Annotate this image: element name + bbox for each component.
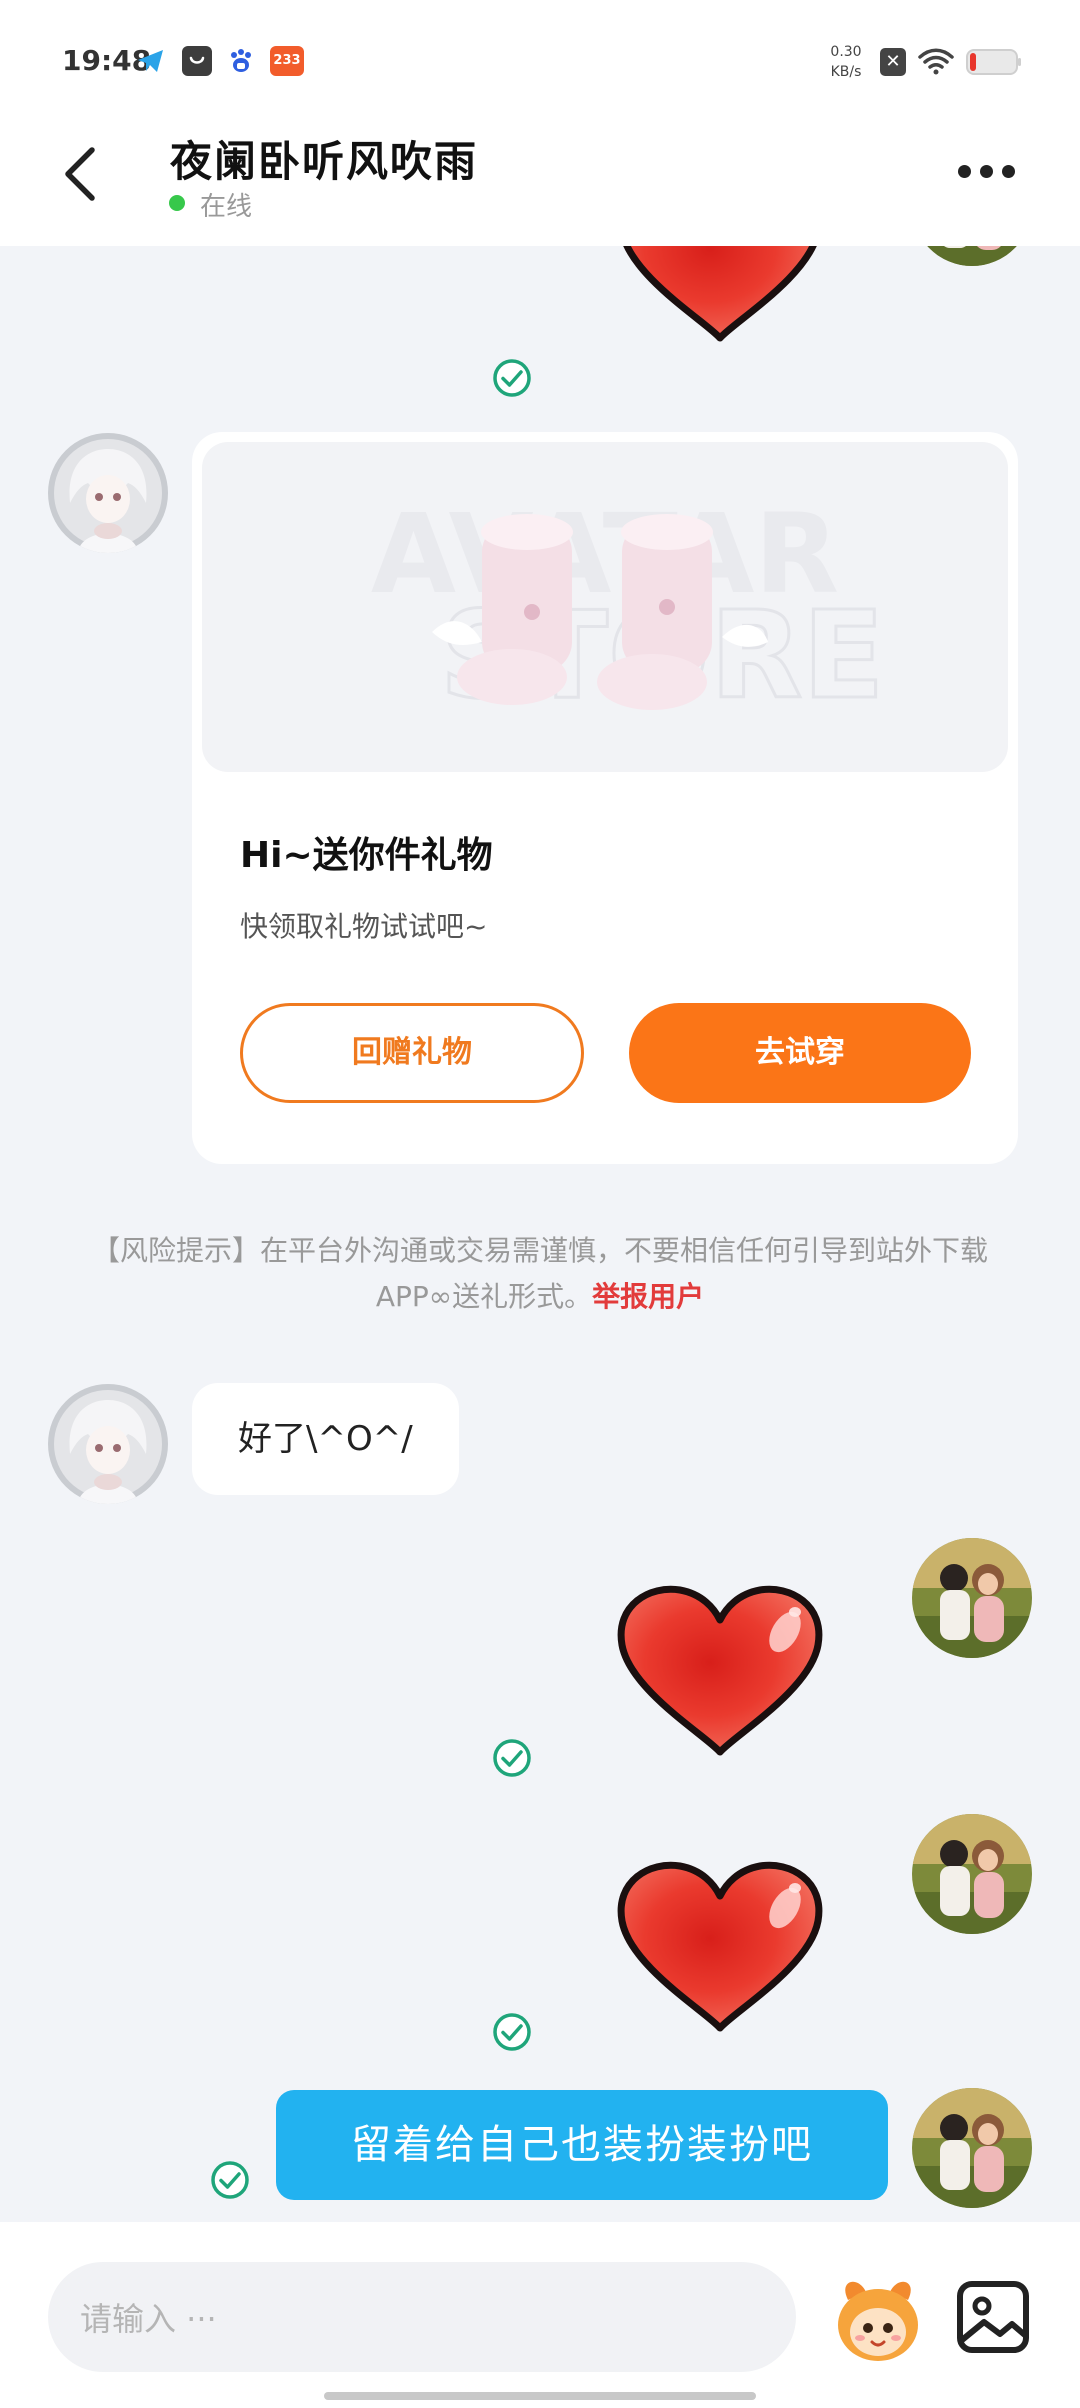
incoming-message-bubble[interactable]: 好了\^O^/ bbox=[192, 1383, 459, 1495]
image-icon bbox=[957, 2281, 1029, 2353]
heart-sticker[interactable] bbox=[610, 1580, 830, 1760]
message-input-placeholder: 请输入 ··· bbox=[80, 2300, 217, 2338]
risk-notice: 【风险提示】在平台外沟通或交易需谨慎，不要相信任何引导到站外下载APP∞送礼形式… bbox=[80, 1228, 1000, 1320]
return-gift-button[interactable]: 回赠礼物 bbox=[240, 1003, 584, 1103]
risk-notice-text: 【风险提示】在平台外沟通或交易需谨慎，不要相信任何引导到站外下载APP∞送礼形式… bbox=[91, 1234, 988, 1313]
read-check-icon bbox=[492, 358, 532, 398]
image-picker-button[interactable] bbox=[954, 2278, 1034, 2358]
mascot-sticker-button[interactable] bbox=[828, 2270, 928, 2366]
outgoing-message-bubble[interactable]: 留着给自己也装扮装扮吧 bbox=[276, 2090, 888, 2200]
telegram-icon bbox=[136, 46, 166, 76]
online-status-dot bbox=[169, 195, 185, 211]
network-speed: 0.30 KB/s bbox=[826, 42, 866, 82]
wifi-icon bbox=[916, 46, 956, 76]
notification-close-icon: ✕ bbox=[880, 48, 906, 76]
net-speed-unit: KB/s bbox=[830, 64, 862, 80]
gift-subtitle: 快领取礼物试试吧~ bbox=[240, 910, 488, 943]
heart-sticker[interactable] bbox=[610, 246, 830, 346]
contact-avatar[interactable] bbox=[48, 1384, 168, 1504]
report-user-link[interactable]: 举报用户 bbox=[592, 1280, 704, 1313]
back-button[interactable] bbox=[52, 136, 108, 212]
my-avatar[interactable] bbox=[912, 1814, 1032, 1934]
more-dot-icon bbox=[1002, 165, 1015, 178]
read-check-icon bbox=[210, 2160, 250, 2200]
my-avatar[interactable] bbox=[912, 246, 1032, 266]
more-options-button[interactable] bbox=[958, 150, 1028, 194]
read-check-icon bbox=[492, 2012, 532, 2052]
battery-icon bbox=[966, 48, 1022, 76]
back-arrow-icon bbox=[65, 147, 95, 201]
my-avatar[interactable] bbox=[912, 2088, 1032, 2208]
chat-header bbox=[0, 120, 1080, 246]
online-status-text: 在线 bbox=[200, 192, 253, 222]
try-on-button[interactable]: 去试穿 bbox=[629, 1003, 971, 1103]
contact-avatar[interactable] bbox=[48, 433, 168, 553]
gift-image[interactable]: AVATAR STORE bbox=[202, 442, 1008, 772]
home-indicator[interactable] bbox=[324, 2392, 756, 2400]
net-speed-value: 0.30 bbox=[830, 44, 862, 60]
page-title: 夜阑卧听风吹雨 bbox=[170, 137, 479, 186]
gift-title: Hi~送你件礼物 bbox=[240, 835, 493, 876]
mascot-icon bbox=[838, 2281, 918, 2361]
read-check-icon bbox=[492, 1738, 532, 1778]
heart-sticker[interactable] bbox=[610, 1856, 830, 2036]
baidu-paw-icon bbox=[226, 46, 256, 76]
shopping-bag-icon bbox=[182, 46, 212, 76]
my-avatar[interactable] bbox=[912, 1538, 1032, 1658]
more-dot-icon bbox=[958, 165, 971, 178]
app-233-badge: 233 bbox=[270, 46, 304, 76]
more-dot-icon bbox=[980, 165, 993, 178]
